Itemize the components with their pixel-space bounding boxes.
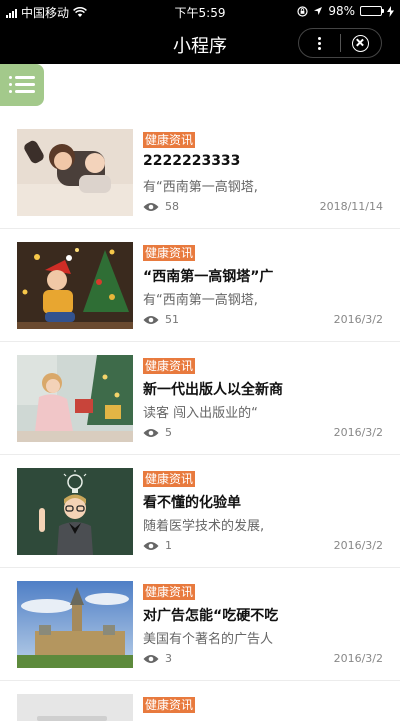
article-title: 新一代出版人以全新商 — [143, 382, 283, 398]
menu-button[interactable] — [0, 64, 44, 106]
category-tag: 健康资讯 — [143, 697, 196, 713]
article-thumbnail — [17, 694, 133, 721]
publish-date: 2016/3/2 — [333, 539, 383, 552]
view-count: 1 — [165, 539, 172, 552]
article-item[interactable]: 健康资讯 新一代出版人以全新商 读客 闯入出版业的“ 5 2016/3/2 — [0, 342, 400, 455]
article-item[interactable]: 健康资讯 “西南第一高钢塔”广 有“西南第一高钢塔, 51 2016/3/2 — [0, 229, 400, 342]
eye-icon — [143, 316, 159, 324]
article-summary: 有“西南第一高钢塔, — [143, 293, 258, 308]
article-thumbnail — [17, 242, 133, 329]
article-item[interactable]: 健康资讯 对广告怎能“吃硬不吃 美国有个著名的广告人 3 2016/3/2 — [0, 568, 400, 681]
publish-date: 2018/11/14 — [319, 200, 383, 213]
eye-icon — [143, 203, 159, 211]
publish-date: 2016/3/2 — [333, 313, 383, 326]
article-list: 健康资讯 2222223333 有“西南第一高钢塔, 58 2018/11/14 — [0, 116, 400, 721]
article-summary: 随着医学技术的发展, — [143, 519, 265, 534]
article-title: “西南第一高钢塔”广 — [143, 269, 274, 285]
eye-icon — [143, 655, 159, 663]
charging-icon — [387, 5, 394, 17]
close-icon — [352, 34, 370, 52]
eye-icon — [143, 542, 159, 550]
article-summary: 美国有个著名的广告人 — [143, 632, 273, 647]
close-button[interactable] — [341, 29, 382, 57]
more-icon — [317, 36, 321, 40]
publish-date: 2016/3/2 — [333, 426, 383, 439]
more-button[interactable] — [299, 29, 340, 57]
category-tag: 健康资讯 — [143, 132, 196, 148]
location-icon — [314, 7, 323, 15]
publish-date: 2016/3/2 — [333, 652, 383, 665]
category-tag: 健康资讯 — [143, 471, 196, 487]
article-thumbnail — [17, 129, 133, 216]
article-title: 看不懂的化验单 — [143, 495, 241, 511]
category-tag: 健康资讯 — [143, 245, 196, 261]
rotation-lock-icon — [297, 5, 308, 17]
article-summary: 读客 闯入出版业的“ — [143, 406, 258, 421]
article-thumbnail — [17, 355, 133, 442]
battery-icon — [360, 6, 384, 16]
navigation-bar: 小程序 — [0, 22, 400, 64]
article-item[interactable]: 健康资讯 2222223333 有“西南第一高钢塔, 58 2018/11/14 — [0, 116, 400, 229]
view-count: 3 — [165, 652, 172, 665]
article-item[interactable]: 健康资讯 看不懂的化验单 随着医学技术的发展, 1 2016/3/2 — [0, 455, 400, 568]
article-thumbnail — [17, 468, 133, 555]
capsule-menu — [298, 28, 382, 58]
view-count: 51 — [165, 313, 179, 326]
category-tag: 健康资讯 — [143, 358, 196, 374]
article-thumbnail — [17, 581, 133, 668]
status-bar: 中国移动 下午5:59 98% — [0, 0, 400, 22]
article-summary: 有“西南第一高钢塔, — [143, 180, 258, 195]
view-count: 5 — [165, 426, 172, 439]
category-tag: 健康资讯 — [143, 584, 196, 600]
article-item[interactable]: 健康资讯 — [0, 681, 400, 721]
eye-icon — [143, 429, 159, 437]
article-title: 对广告怎能“吃硬不吃 — [143, 608, 279, 624]
article-title: 2222223333 — [143, 153, 241, 169]
battery-percent: 98% — [328, 4, 355, 18]
view-count: 58 — [165, 200, 179, 213]
status-right: 98% — [297, 4, 394, 18]
